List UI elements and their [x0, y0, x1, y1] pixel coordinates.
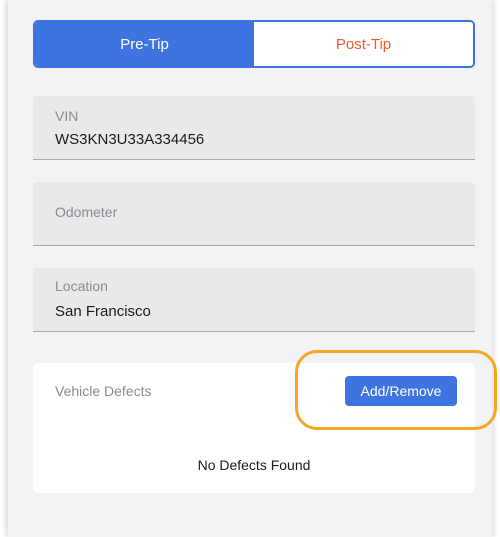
location-field[interactable]: Location San Francisco — [33, 268, 475, 332]
location-label: Location — [55, 278, 108, 294]
tab-pre-tip[interactable]: Pre-Tip — [35, 22, 254, 66]
vehicle-defects-card: Vehicle Defects Add/Remove No Defects Fo… — [33, 363, 475, 493]
odometer-label: Odometer — [55, 204, 118, 220]
vin-label: VIN — [55, 108, 79, 124]
vin-field[interactable]: VIN WS3KN3U33A334456 — [33, 96, 475, 160]
no-defects-message: No Defects Found — [197, 457, 311, 473]
vehicle-defects-title: Vehicle Defects — [55, 383, 152, 399]
add-remove-defects-button[interactable]: Add/Remove — [345, 376, 457, 406]
vin-value[interactable]: WS3KN3U33A334456 — [55, 131, 204, 148]
tab-post-tip[interactable]: Post-Tip — [254, 22, 473, 66]
tip-segmented-control: Pre-Tip Post-Tip — [33, 20, 475, 68]
odometer-field[interactable]: Odometer — [33, 182, 475, 246]
location-value[interactable]: San Francisco — [55, 303, 151, 320]
